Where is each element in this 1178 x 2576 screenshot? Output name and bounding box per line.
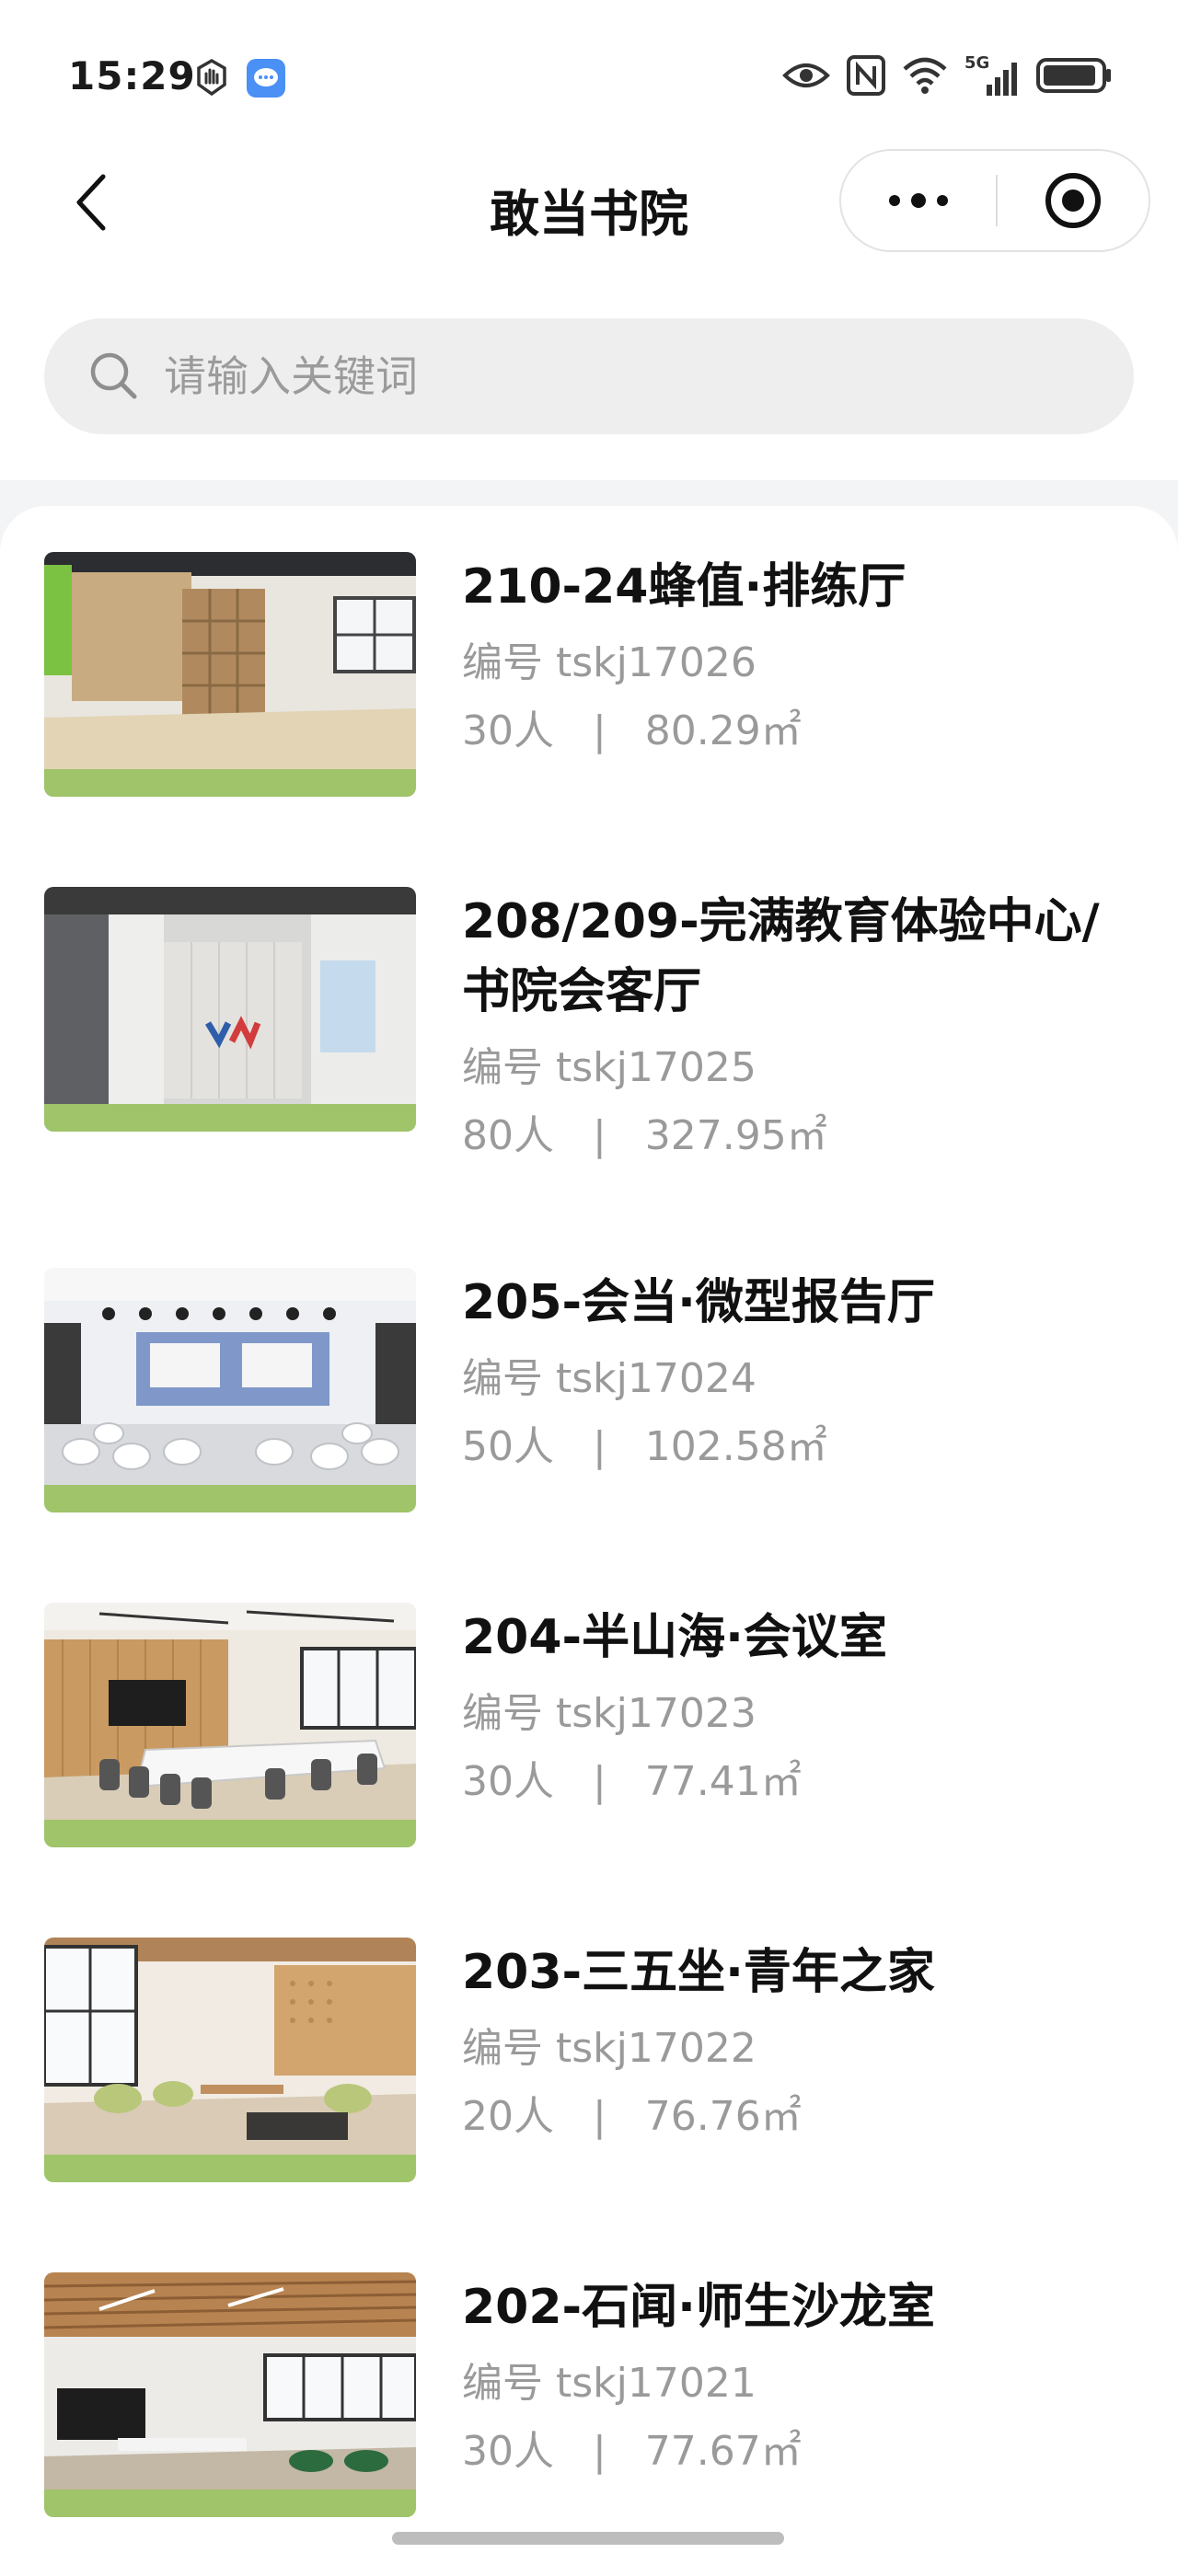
meta-separator: | xyxy=(592,707,606,754)
room-capacity: 20人 xyxy=(462,2093,554,2140)
room-area: 77.67㎡ xyxy=(644,2428,802,2475)
meta-separator: | xyxy=(592,2428,606,2475)
room-capacity: 30人 xyxy=(462,2428,554,2475)
room-code: 编号 tskj17025 xyxy=(462,1044,756,1091)
gesture-icon xyxy=(191,57,232,103)
room-code: 编号 tskj17024 xyxy=(462,1355,756,1402)
home-indicator[interactable] xyxy=(392,2532,784,2545)
room-area: 80.29㎡ xyxy=(644,707,802,754)
app-screen: 15:29 5G 敢当书院 请输入关键词 210-24蜂值·排练厅 编号 tsk… xyxy=(0,0,1178,2576)
status-left-icons xyxy=(191,57,287,103)
room-list xyxy=(0,506,1178,2576)
lecture-hall-photo xyxy=(44,1268,416,1512)
room-code: 编号 tskj17023 xyxy=(462,1690,756,1737)
room-info: 203-三五坐·青年之家 编号 tskj17022 20人 | 76.76㎡ xyxy=(462,1938,1143,2145)
room-info: 202-石闻·师生沙龙室 编号 tskj17021 30人 | 77.67㎡ xyxy=(462,2272,1143,2480)
search-bar xyxy=(44,318,1134,434)
room-capacity: 30人 xyxy=(462,1758,554,1805)
room-title: 204-半山海·会议室 xyxy=(462,1610,887,1665)
room-code: 编号 tskj17021 xyxy=(462,2360,756,2407)
meta-separator: | xyxy=(592,2093,606,2140)
room-info: 205-会当·微型报告厅 编号 tskj17024 50人 | 102.58㎡ xyxy=(462,1268,1143,1476)
room-meta: 20人 | 76.76㎡ xyxy=(462,2088,1143,2145)
room-title: 203-三五坐·青年之家 xyxy=(462,1945,935,2000)
room-area: 76.76㎡ xyxy=(644,2093,802,2140)
youth-home-photo xyxy=(44,1938,416,2182)
search-icon xyxy=(90,352,137,399)
rehearsal-hall-photo xyxy=(44,552,416,797)
target-close-icon xyxy=(1045,173,1101,228)
room-info: 210-24蜂值·排练厅 编号 tskj17026 30人 | 80.29㎡ xyxy=(462,552,1143,760)
wifi-icon xyxy=(902,56,948,98)
experience-center-photo xyxy=(44,887,416,1132)
eye-icon xyxy=(782,57,830,98)
message-app-icon xyxy=(245,57,287,103)
room-capacity: 80人 xyxy=(462,1112,554,1159)
room-title: 202-石闻·师生沙龙室 xyxy=(462,2280,935,2335)
room-title: 205-会当·微型报告厅 xyxy=(462,1275,935,1330)
search-input[interactable] xyxy=(164,318,1084,434)
mini-program-capsule xyxy=(839,149,1150,252)
more-dots-icon xyxy=(889,193,948,208)
room-area: 77.41㎡ xyxy=(644,1758,802,1805)
nav-bar: 敢当书院 xyxy=(0,147,1178,258)
status-time: 15:29 xyxy=(68,53,196,98)
room-meta: 30人 | 77.67㎡ xyxy=(462,2423,1143,2480)
close-button[interactable] xyxy=(998,151,1149,250)
battery-icon xyxy=(1036,56,1114,98)
meta-separator: | xyxy=(592,1758,606,1805)
room-capacity: 50人 xyxy=(462,1423,554,1470)
room-area: 102.58㎡ xyxy=(644,1423,827,1470)
salon-room-photo xyxy=(44,2272,416,2517)
more-button[interactable] xyxy=(841,151,996,250)
room-title: 208/209-完满教育体验中心/书院会客厅 xyxy=(462,894,1100,1019)
nfc-icon xyxy=(847,55,885,99)
status-bar: 15:29 5G xyxy=(0,0,1178,138)
room-code: 编号 tskj17022 xyxy=(462,2025,756,2072)
meeting-room-photo xyxy=(44,1603,416,1847)
room-meta: 80人 | 327.95㎡ xyxy=(462,1108,1143,1165)
room-capacity: 30人 xyxy=(462,707,554,754)
room-meta: 30人 | 80.29㎡ xyxy=(462,703,1143,760)
meta-separator: | xyxy=(592,1112,606,1159)
room-title: 210-24蜂值·排练厅 xyxy=(462,559,907,615)
status-right-icons: 5G xyxy=(782,53,1114,99)
meta-separator: | xyxy=(592,1423,606,1470)
room-info: 204-半山海·会议室 编号 tskj17023 30人 | 77.41㎡ xyxy=(462,1603,1143,1811)
room-code: 编号 tskj17026 xyxy=(462,639,756,686)
room-info: 208/209-完满教育体验中心/书院会客厅 编号 tskj17025 80人 … xyxy=(462,887,1143,1165)
room-meta: 50人 | 102.58㎡ xyxy=(462,1419,1143,1476)
5g-signal-icon: 5G xyxy=(964,53,1020,98)
room-area: 327.95㎡ xyxy=(644,1112,827,1159)
room-meta: 30人 | 77.41㎡ xyxy=(462,1754,1143,1811)
